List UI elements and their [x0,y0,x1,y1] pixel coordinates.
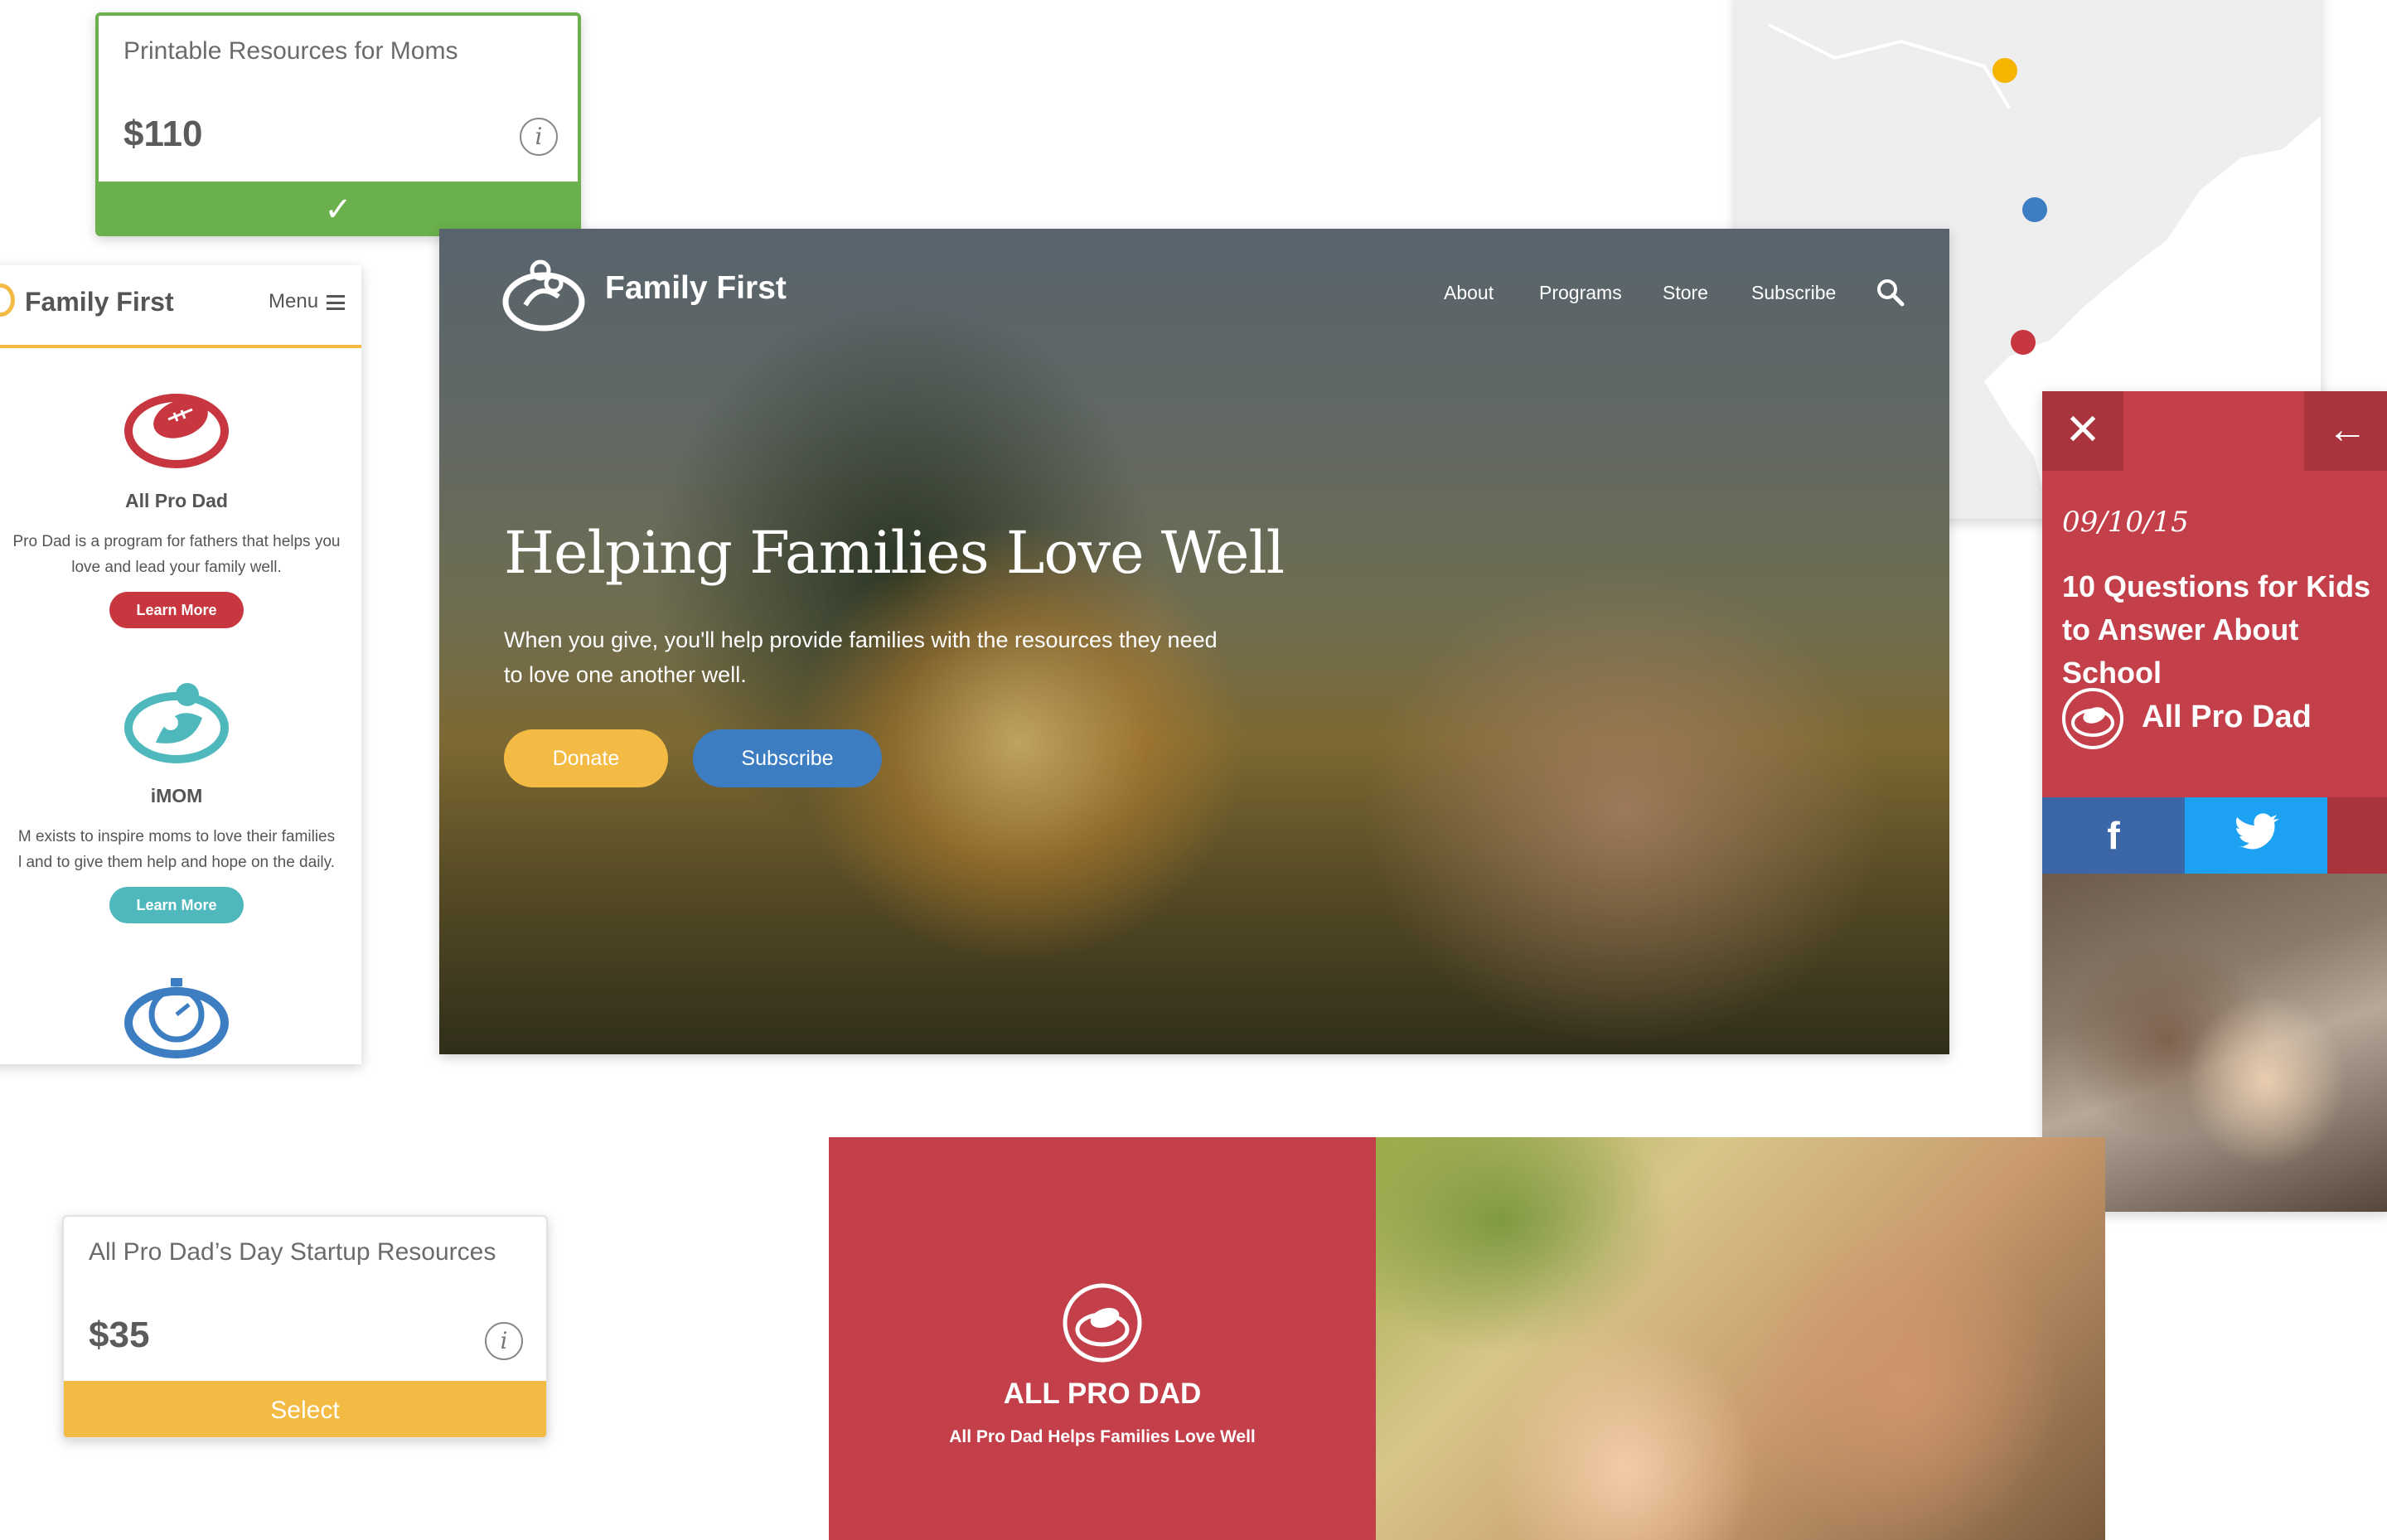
nav-about[interactable]: About [1444,282,1494,304]
program-name: iMOM [150,785,203,806]
donate-button[interactable]: Donate [504,729,668,787]
info-icon[interactable]: i [485,1322,523,1360]
subscribe-button[interactable]: Subscribe [693,729,882,787]
twitter-icon [2236,813,2279,850]
program-card-stopwatch [0,970,361,1064]
article-panel: ✕ ← 09/10/15 10 Questions for Kids to An… [2042,391,2387,1212]
close-icon: ✕ [2065,406,2101,454]
nav-subscribe[interactable]: Subscribe [1751,282,1836,304]
map-marker-yellow[interactable] [1992,58,2017,83]
map-marker-red[interactable] [2011,330,2036,355]
program-card-all-pro-dad: All Pro Dad Pro Dad is a program for fat… [0,381,361,628]
product-price: $35 [89,1315,150,1355]
program-description-line: Pro Dad is a program for fathers that he… [12,533,341,550]
program-brand[interactable]: All Pro Dad [2142,700,2312,735]
program-description: M exists to inspire moms to love their f… [0,824,361,875]
facebook-icon: f [2107,814,2120,857]
article-date: 09/10/15 [2062,506,2189,539]
mobile-programs-panel: Family First Menu All Pro Dad Pro Dad is… [0,265,361,1064]
mobile-brand[interactable]: Family First [25,287,174,317]
product-title: Printable Resources for Moms [123,37,458,65]
mobile-header: Family First Menu [0,265,361,348]
product-title: All Pro Dad’s Day Startup Resources [89,1238,496,1266]
all-pro-dad-logo-icon [1063,1283,1142,1363]
search-icon[interactable] [1875,277,1905,307]
program-description: Pro Dad is a program for fathers that he… [0,529,361,580]
banner-subtitle: All Pro Dad Helps Families Love Well [949,1427,1256,1446]
father-daughter-photo [1376,1137,2105,1540]
all-pro-dad-logo-icon [2062,688,2123,749]
all-pro-dad-banner[interactable]: ALL PRO DAD All Pro Dad Helps Families L… [829,1137,1376,1540]
arrow-left-icon: ← [2327,408,2367,452]
nav-programs[interactable]: Programs [1539,282,1622,304]
hero-subtitle: When you give, you'll help provide famil… [504,627,1218,687]
hamburger-icon[interactable] [327,295,345,310]
hero-title: Helping Families Love Well [504,519,1285,587]
map-marker-blue[interactable] [2022,197,2047,222]
check-icon: ✓ [324,191,352,229]
mom-child-icon [124,683,229,763]
more-share-button[interactable] [2327,797,2387,874]
learn-more-button[interactable]: Learn More [109,592,244,628]
hero-section: Family First About Programs Store Subscr… [439,229,1949,1054]
info-icon[interactable]: i [520,118,558,156]
product-card-printable-resources[interactable]: Printable Resources for Moms $110 i ✓ [95,12,581,236]
product-card-startup-resources[interactable]: All Pro Dad’s Day Startup Resources $35 … [62,1215,548,1439]
nav-store[interactable]: Store [1663,282,1708,304]
banner-title: ALL PRO DAD [1003,1378,1202,1410]
close-button[interactable]: ✕ [2042,391,2123,471]
back-button[interactable]: ← [2304,391,2387,471]
family-first-logo-icon[interactable] [0,283,15,317]
menu-label[interactable]: Menu [269,290,318,313]
program-name: All Pro Dad [125,490,228,511]
program-description-line: M exists to inspire moms to love their f… [17,828,336,845]
football-icon [124,394,229,468]
program-description-line: l and to give them help and hope on the … [17,854,336,871]
program-description-line: love and lead your family well. [71,559,282,576]
article-title[interactable]: 10 Questions for Kids to Answer About Sc… [2062,565,2387,695]
facebook-share-button[interactable]: f [2042,797,2185,874]
brand-name[interactable]: Family First [605,270,787,307]
learn-more-button[interactable]: Learn More [109,887,244,923]
program-card-imom: iMOM M exists to inspire moms to love th… [0,676,361,923]
stopwatch-icon [124,978,229,1058]
select-button[interactable]: Select [64,1381,546,1437]
twitter-share-button[interactable] [2185,797,2327,874]
family-first-logo-icon[interactable] [501,254,587,337]
product-price: $110 [123,114,203,154]
